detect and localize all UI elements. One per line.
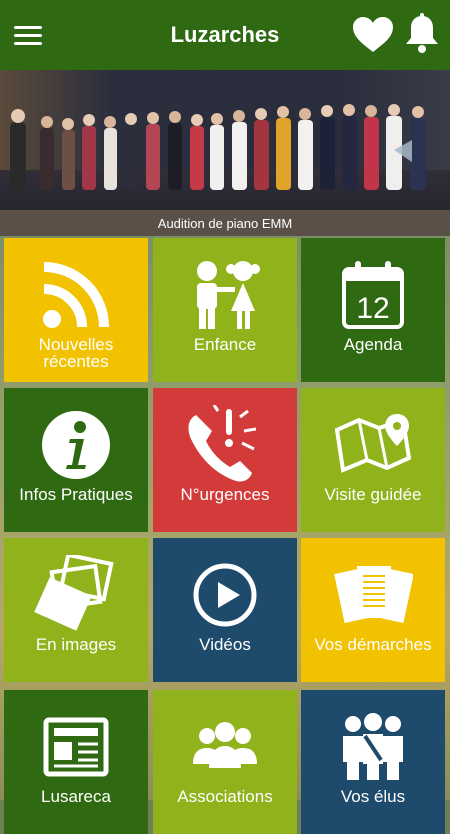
tile-videos[interactable]: Vidéos [153, 538, 297, 682]
tile-label: Nouvelles récentes [38, 335, 114, 371]
notifications-button[interactable] [402, 12, 442, 56]
photos-icon [34, 555, 114, 631]
tile-icon [153, 704, 297, 790]
officials-icon [343, 713, 403, 780]
tile-icon: 12 [301, 252, 445, 338]
bell-icon [406, 13, 438, 53]
children-icon [197, 261, 260, 329]
choir-group-image [10, 104, 426, 192]
newspaper-icon [43, 717, 109, 777]
tile-associations[interactable]: Associations [153, 690, 297, 834]
tile-nouvelles-recentes[interactable]: Nouvelles récentes [4, 238, 148, 382]
tile-icon [301, 402, 445, 488]
info-icon [42, 411, 110, 479]
tile-numeros-urgences[interactable]: N°urgences [153, 388, 297, 532]
rss-icon [43, 262, 109, 328]
tile-vos-elus[interactable]: Vos élus [301, 690, 445, 834]
tile-label: Enfance [193, 335, 257, 354]
documents-icon [334, 566, 413, 623]
tile-label: En images [35, 635, 117, 654]
tile-vos-demarches[interactable]: Vos démarches [301, 538, 445, 682]
app-bar: Luzarches [0, 0, 450, 70]
tile-icon [153, 402, 297, 488]
tile-label: N°urgences [180, 485, 270, 504]
tile-lusareca[interactable]: Lusareca [4, 690, 148, 834]
tile-icon [4, 704, 148, 790]
tile-icon [4, 402, 148, 488]
tile-icon [301, 704, 445, 790]
banner-caption: Audition de piano EMM [157, 216, 293, 231]
tile-icon [4, 552, 148, 638]
tile-agenda[interactable]: 12 Agenda [301, 238, 445, 382]
tile-en-images[interactable]: En images [4, 538, 148, 682]
tile-label: Visite guidée [324, 485, 422, 504]
phone-alert-icon [188, 405, 257, 482]
favorites-button[interactable] [350, 14, 396, 56]
tile-icon [153, 552, 297, 638]
tile-label: Vidéos [199, 635, 251, 654]
tile-label: Infos Pratiques [19, 485, 133, 504]
calendar-day: 12 [356, 292, 390, 325]
tile-icon [301, 552, 445, 638]
tile-label: Associations [177, 787, 273, 806]
tile-label: Vos démarches [314, 635, 432, 654]
tile-enfance[interactable]: Enfance [153, 238, 297, 382]
tile-icon [153, 252, 297, 338]
tile-visite-guidee[interactable]: Visite guidée [301, 388, 445, 532]
group-icon [193, 722, 257, 768]
tile-label: Agenda [343, 335, 403, 354]
map-pin-icon [334, 414, 412, 473]
heart-icon [353, 17, 393, 52]
tile-icon [4, 252, 148, 338]
play-icon [193, 563, 257, 627]
tile-label: Vos élus [340, 787, 406, 806]
banner-photo[interactable]: Audition de piano EMM [0, 70, 450, 236]
tile-infos-pratiques[interactable]: Infos Pratiques [4, 388, 148, 532]
tile-label: Lusareca [41, 787, 111, 806]
